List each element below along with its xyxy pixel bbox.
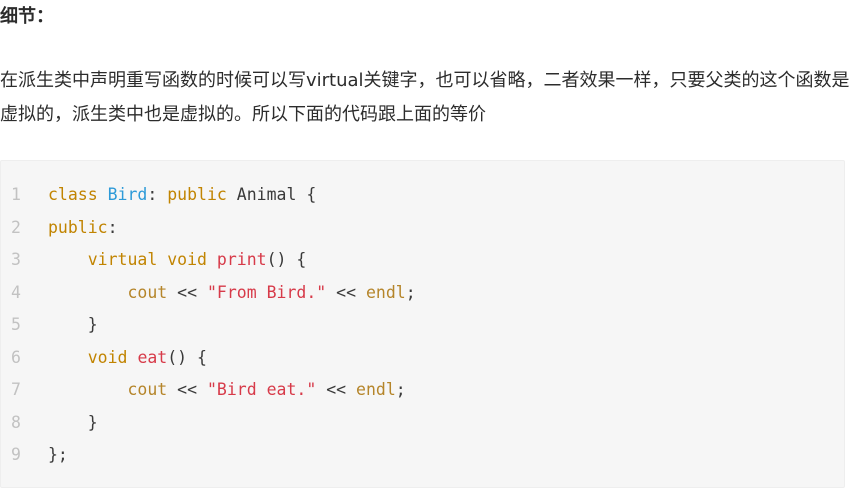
code-token: public — [48, 217, 108, 237]
code-token: : — [147, 185, 168, 204]
line-number: 2 — [11, 217, 21, 237]
line-code: cout << "From Bird." << endl; — [48, 277, 416, 310]
code-token: cout — [127, 380, 168, 399]
line-code: void eat() { — [48, 342, 207, 375]
code-token: }; — [48, 445, 68, 464]
code-token: << — [167, 282, 207, 302]
code-token: void — [87, 347, 128, 367]
line-code: class Bird: public Animal { — [48, 179, 316, 212]
code-token: "From Bird." — [206, 282, 327, 302]
section-heading: 细节： — [0, 6, 54, 27]
explanation-paragraph: 在派生类中声明重写函数的时候可以写virtual关键字，也可以省略，二者效果一样… — [0, 70, 850, 125]
code-token: Bird — [107, 185, 148, 204]
code-line: 2 public: — [1, 212, 844, 245]
code-token: } — [48, 412, 98, 432]
code-line: 6 void eat() { — [1, 342, 844, 375]
code-token: Animal { — [226, 185, 317, 204]
code-token: void — [167, 250, 207, 269]
code-token: << — [167, 380, 207, 399]
code-token: eat — [137, 347, 168, 367]
line-code: } — [48, 407, 98, 440]
line-code: } — [48, 309, 98, 342]
line-number: 1 — [11, 185, 21, 204]
line-number: 7 — [11, 380, 21, 399]
code-block: 1 class Bird: public Animal {2 public: 3 vi… — [0, 160, 845, 488]
code-token: virtual — [87, 250, 158, 269]
code-token: class — [48, 185, 98, 204]
code-token: ; — [405, 282, 416, 302]
code-line: 7 cout << "Bird eat." << endl; — [1, 374, 844, 407]
code-token: cout — [127, 282, 168, 302]
code-lines: 1 class Bird: public Animal {2 public: 3 vi… — [1, 179, 844, 472]
code-token: print — [216, 250, 267, 269]
code-line: 1 class Bird: public Animal { — [1, 179, 844, 212]
line-code: cout << "Bird eat." << endl; — [48, 374, 406, 407]
code-line: 3 virtual void print() { — [1, 244, 844, 277]
line-number: 4 — [11, 282, 21, 302]
code-line: 5 } — [1, 309, 844, 342]
code-token: endl — [365, 282, 406, 302]
line-number: 5 — [11, 315, 21, 334]
code-token: ; — [395, 380, 406, 399]
line-number: 6 — [11, 347, 21, 367]
line-number: 9 — [11, 445, 21, 464]
code-token: endl — [356, 380, 396, 399]
code-line: 9}; — [1, 439, 844, 472]
code-line: 8 } — [1, 407, 844, 440]
code-token: : — [107, 217, 118, 237]
line-code: }; — [48, 439, 68, 472]
code-token: << — [316, 380, 357, 399]
line-number: 8 — [11, 412, 21, 432]
code-token: << — [326, 282, 366, 302]
code-line: 4 cout << "From Bird." << endl; — [1, 277, 844, 310]
code-token: } — [48, 315, 98, 334]
line-code: public: — [48, 212, 118, 245]
line-code: virtual void print() { — [48, 244, 307, 277]
code-token: () { — [167, 347, 207, 367]
line-number: 3 — [11, 250, 21, 269]
code-token: () { — [266, 250, 307, 269]
code-token: public — [167, 185, 227, 204]
code-token: "Bird eat." — [206, 380, 317, 399]
